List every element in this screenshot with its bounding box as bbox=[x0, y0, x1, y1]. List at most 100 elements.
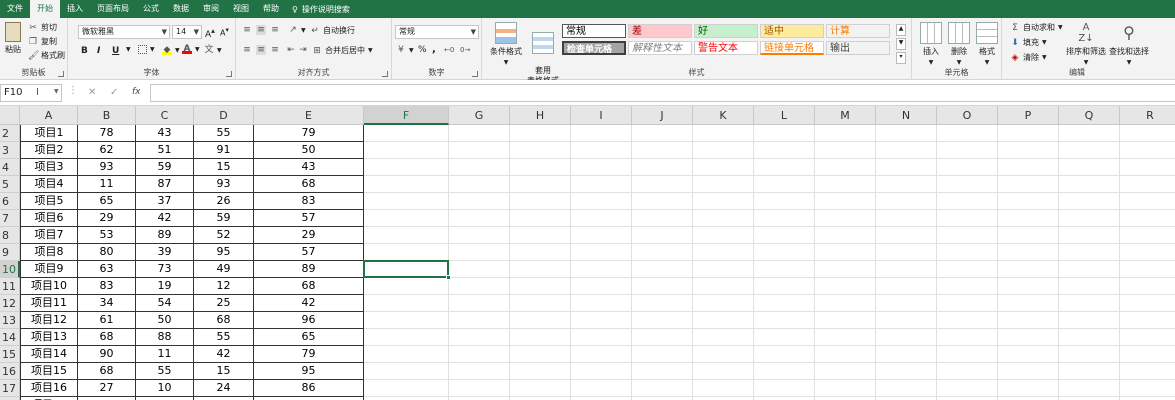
cell-J13[interactable] bbox=[632, 312, 693, 329]
cell-O2[interactable] bbox=[937, 125, 998, 142]
menu-tab-1[interactable]: 开始 bbox=[30, 0, 60, 18]
cell-N10[interactable] bbox=[876, 261, 937, 278]
row-header-2[interactable]: 2 bbox=[0, 125, 20, 142]
cell-C15[interactable]: 11 bbox=[136, 346, 194, 363]
column-header-P[interactable]: P bbox=[998, 106, 1059, 125]
orientation-button[interactable]: ↗ ▼ bbox=[288, 25, 305, 35]
cell-H5[interactable] bbox=[510, 176, 571, 193]
confirm-icon[interactable]: ✓ bbox=[110, 87, 118, 98]
cell-L16[interactable] bbox=[754, 363, 815, 380]
column-header-J[interactable]: J bbox=[632, 106, 693, 125]
cell-C16[interactable]: 55 bbox=[136, 363, 194, 380]
cell-C6[interactable]: 37 bbox=[136, 193, 194, 210]
cell-K11[interactable] bbox=[693, 278, 754, 295]
cell-R17[interactable] bbox=[1120, 380, 1175, 397]
cell-C4[interactable]: 59 bbox=[136, 159, 194, 176]
cell-E10[interactable]: 89 bbox=[254, 261, 364, 278]
cell-E13[interactable]: 96 bbox=[254, 312, 364, 329]
cell-G14[interactable] bbox=[449, 329, 510, 346]
cell-C7[interactable]: 42 bbox=[136, 210, 194, 227]
cell-N4[interactable] bbox=[876, 159, 937, 176]
cell-B6[interactable]: 65 bbox=[78, 193, 136, 210]
cell-F12[interactable] bbox=[364, 295, 449, 312]
cell-A6[interactable]: 项目5 bbox=[20, 193, 78, 210]
cell-Q17[interactable] bbox=[1059, 380, 1120, 397]
cell-R2[interactable] bbox=[1120, 125, 1175, 142]
cell-N12[interactable] bbox=[876, 295, 937, 312]
cell-N6[interactable] bbox=[876, 193, 937, 210]
row-header-9[interactable]: 9 bbox=[0, 244, 20, 261]
shrink-font-button[interactable]: A▾ bbox=[220, 26, 229, 38]
cell-J7[interactable] bbox=[632, 210, 693, 227]
cell-G3[interactable] bbox=[449, 142, 510, 159]
cell-J17[interactable] bbox=[632, 380, 693, 397]
cell-D5[interactable]: 93 bbox=[194, 176, 254, 193]
cell-G5[interactable] bbox=[449, 176, 510, 193]
cell-N9[interactable] bbox=[876, 244, 937, 261]
cell-K5[interactable] bbox=[693, 176, 754, 193]
cell-Q16[interactable] bbox=[1059, 363, 1120, 380]
cell-E12[interactable]: 42 bbox=[254, 295, 364, 312]
accounting-button[interactable]: ¥ ▼ bbox=[396, 45, 414, 55]
cell-A9[interactable]: 项目8 bbox=[20, 244, 78, 261]
styles-scroll[interactable]: ▲ ▼ ▾ bbox=[896, 24, 906, 64]
row-header-8[interactable]: 8 bbox=[0, 227, 20, 244]
cell-M7[interactable] bbox=[815, 210, 876, 227]
fill-button[interactable]: ⬇ 填充 ▼ bbox=[1010, 37, 1046, 48]
cell-M11[interactable] bbox=[815, 278, 876, 295]
cell-R6[interactable] bbox=[1120, 193, 1175, 210]
align-right-button[interactable]: ≡ bbox=[270, 45, 280, 55]
cell-G11[interactable] bbox=[449, 278, 510, 295]
cell-H10[interactable] bbox=[510, 261, 571, 278]
cell-O7[interactable] bbox=[937, 210, 998, 227]
cell-E14[interactable]: 65 bbox=[254, 329, 364, 346]
cell-F11[interactable] bbox=[364, 278, 449, 295]
cell-C11[interactable]: 19 bbox=[136, 278, 194, 295]
insert-cells-button[interactable]: 插入 ▼ bbox=[920, 22, 942, 66]
cell-C2[interactable]: 43 bbox=[136, 125, 194, 142]
cell-L13[interactable] bbox=[754, 312, 815, 329]
cell-N11[interactable] bbox=[876, 278, 937, 295]
cell-R12[interactable] bbox=[1120, 295, 1175, 312]
cancel-icon[interactable]: ✕ bbox=[88, 87, 96, 98]
cell-G8[interactable] bbox=[449, 227, 510, 244]
increase-indent-button[interactable]: ⇥ bbox=[298, 45, 308, 55]
grow-font-button[interactable]: A▴ bbox=[205, 26, 215, 40]
cell-D14[interactable]: 55 bbox=[194, 329, 254, 346]
cell-P6[interactable] bbox=[998, 193, 1059, 210]
cell-F3[interactable] bbox=[364, 142, 449, 159]
cell-N13[interactable] bbox=[876, 312, 937, 329]
cell-L14[interactable] bbox=[754, 329, 815, 346]
cell-style-5[interactable]: 检查单元格 bbox=[562, 41, 626, 55]
insert-function-icon[interactable]: fx bbox=[132, 87, 141, 97]
delete-cells-button[interactable]: 删除 ▼ bbox=[948, 22, 970, 66]
cell-E15[interactable]: 79 bbox=[254, 346, 364, 363]
cell-D8[interactable]: 52 bbox=[194, 227, 254, 244]
row-header-3[interactable]: 3 bbox=[0, 142, 20, 159]
cell-D3[interactable]: 91 bbox=[194, 142, 254, 159]
cell-B8[interactable]: 53 bbox=[78, 227, 136, 244]
cell-P14[interactable] bbox=[998, 329, 1059, 346]
cell-O8[interactable] bbox=[937, 227, 998, 244]
row-header-10[interactable]: 10 bbox=[0, 261, 20, 278]
cell-G10[interactable] bbox=[449, 261, 510, 278]
cell-I10[interactable] bbox=[571, 261, 632, 278]
cell-Q7[interactable] bbox=[1059, 210, 1120, 227]
cell-R15[interactable] bbox=[1120, 346, 1175, 363]
cell-K14[interactable] bbox=[693, 329, 754, 346]
cell-R11[interactable] bbox=[1120, 278, 1175, 295]
comma-button[interactable]: , bbox=[432, 44, 436, 55]
column-header-R[interactable]: R bbox=[1120, 106, 1175, 125]
cell-C9[interactable]: 39 bbox=[136, 244, 194, 261]
cell-E17[interactable]: 86 bbox=[254, 380, 364, 397]
cell-A14[interactable]: 项目13 bbox=[20, 329, 78, 346]
cell-O14[interactable] bbox=[937, 329, 998, 346]
cell-style-9[interactable]: 输出 bbox=[826, 41, 890, 55]
cell-N17[interactable] bbox=[876, 380, 937, 397]
cell-K16[interactable] bbox=[693, 363, 754, 380]
cell-P9[interactable] bbox=[998, 244, 1059, 261]
cut-button[interactable]: ✂ 剪切 bbox=[28, 22, 57, 33]
row-header-16[interactable]: 16 bbox=[0, 363, 20, 380]
menu-tab-7[interactable]: 视图 bbox=[226, 0, 256, 18]
format-painter-button[interactable]: 🖌 格式刷 bbox=[28, 50, 65, 61]
